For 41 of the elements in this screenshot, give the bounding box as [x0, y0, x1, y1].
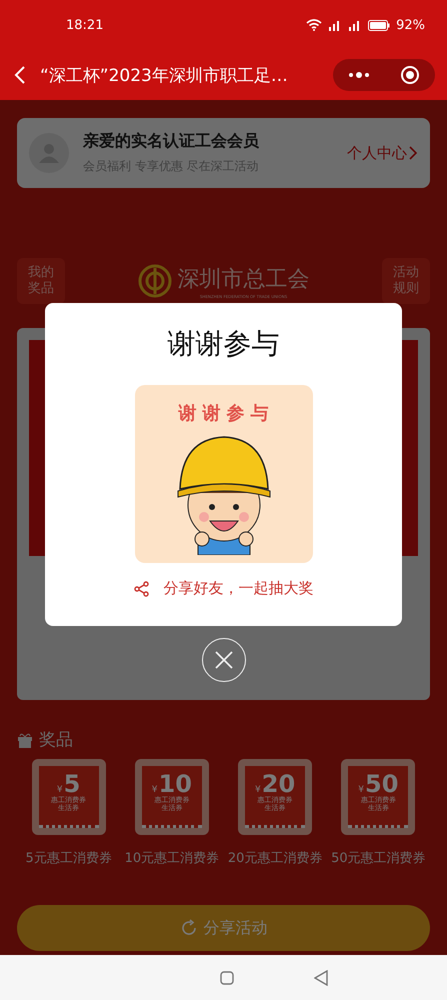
- currency-sign: ¥: [255, 785, 261, 795]
- back-triangle-icon[interactable]: [314, 970, 328, 986]
- currency-sign: ¥: [152, 785, 158, 795]
- prize-label: 10元惠工消费券: [124, 850, 220, 867]
- refresh-icon: [180, 919, 198, 937]
- status-time: 18:21: [66, 18, 104, 32]
- prizes-heading: 奖品: [39, 729, 73, 751]
- battery-icon: [368, 20, 390, 30]
- avatar-icon: [29, 133, 69, 173]
- wifi-icon: [306, 19, 322, 31]
- rules-button[interactable]: 活动规则: [382, 258, 430, 304]
- logo-name: 深圳市总工会: [178, 266, 310, 294]
- share-activity-button[interactable]: 分享活动: [17, 905, 430, 951]
- battery-level: 92%: [396, 18, 425, 32]
- close-icon: [214, 650, 234, 670]
- dialog-title: 谢谢参与: [168, 326, 280, 362]
- coupon-amount: 20: [262, 772, 296, 796]
- member-title: 亲爱的实名认证工会会员: [83, 131, 260, 152]
- coupon-amount: 50: [365, 772, 398, 796]
- prize-label: 50元惠工消费券: [331, 850, 426, 867]
- coupon-amount: 10: [158, 772, 192, 796]
- share-prompt[interactable]: 分享好友，一起抽大奖: [164, 579, 314, 598]
- union-logo-icon: [138, 264, 172, 298]
- share-icon[interactable]: [134, 580, 150, 596]
- home-square-icon[interactable]: [220, 970, 234, 984]
- coupon-amount: 5: [64, 772, 80, 796]
- prize-label: 20元惠工消费券: [228, 850, 322, 867]
- close-button[interactable]: [202, 638, 246, 682]
- gift-icon: [17, 732, 33, 748]
- more-icon[interactable]: [348, 72, 370, 78]
- currency-sign: ¥: [56, 785, 63, 795]
- currency-sign: ¥: [358, 785, 364, 795]
- my-prizes-button[interactable]: 我的奖品: [17, 258, 65, 304]
- capsule-menu[interactable]: [333, 59, 435, 91]
- page-title: “深工杯”2023年深圳市职工足…: [40, 64, 289, 86]
- chevron-right-icon: [409, 146, 418, 160]
- back-icon[interactable]: [14, 65, 26, 85]
- prize-label: 5元惠工消费券: [25, 850, 112, 867]
- personal-center-link[interactable]: 个人中心: [347, 144, 418, 162]
- picture-caption: 谢谢参与: [177, 402, 274, 425]
- close-target-icon[interactable]: [400, 65, 420, 85]
